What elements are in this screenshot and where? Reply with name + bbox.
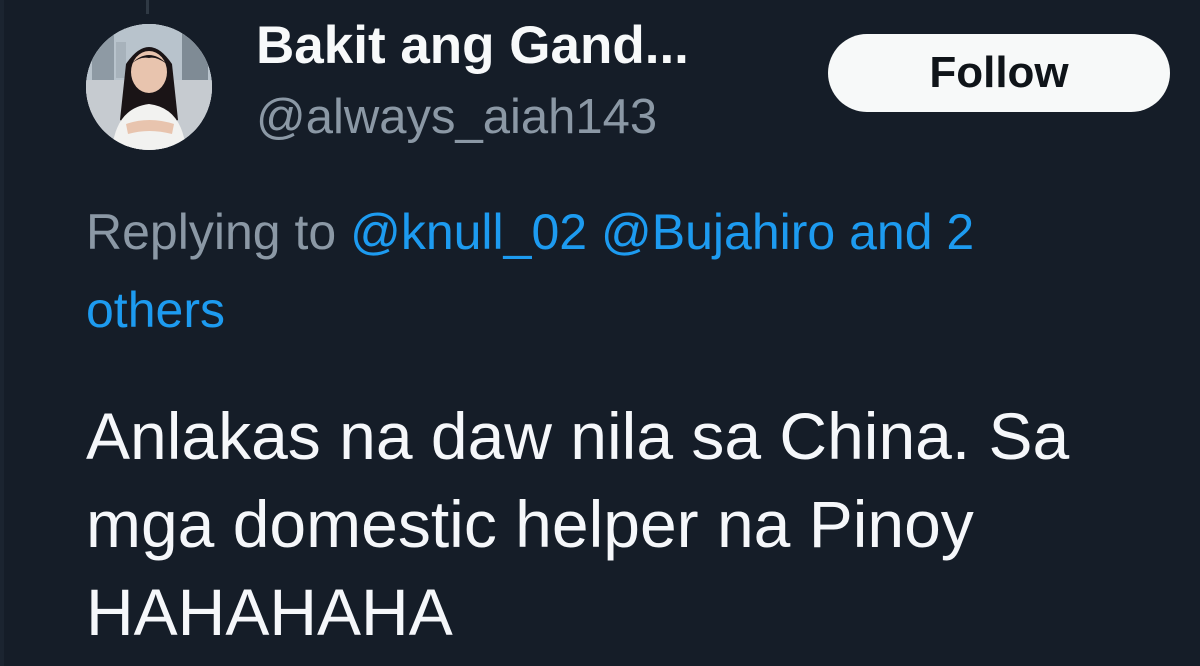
mention-link[interactable]: @Bujahiro [601, 204, 835, 260]
tweet-text-line: mga domestic helper na Pinoy [86, 487, 974, 561]
tweet-text-line: HAHAHAHA [86, 575, 453, 649]
tweet-text-line: Anlakas na daw nila sa China. Sa [86, 399, 1070, 473]
thread-connector-line [146, 0, 149, 14]
avatar[interactable] [86, 24, 212, 150]
others-link[interactable]: and 2 [849, 204, 974, 260]
replying-to-line: Replying to @knull_02 @Bujahiro and 2 [86, 190, 1200, 274]
author-display-name[interactable]: Bakit ang Gand... [256, 14, 689, 78]
timeline-edge [0, 0, 4, 666]
replying-to-line-continued: others [86, 272, 225, 348]
follow-button[interactable]: Follow [828, 34, 1170, 112]
others-link-continued[interactable]: others [86, 282, 225, 338]
replying-to-label: Replying to [86, 204, 337, 260]
tweet-text: Anlakas na daw nila sa China. Sa mga dom… [86, 392, 1200, 656]
author-handle[interactable]: @always_aiah143 [256, 86, 657, 148]
profile-photo-icon [86, 24, 212, 150]
mention-link[interactable]: @knull_02 [350, 204, 587, 260]
